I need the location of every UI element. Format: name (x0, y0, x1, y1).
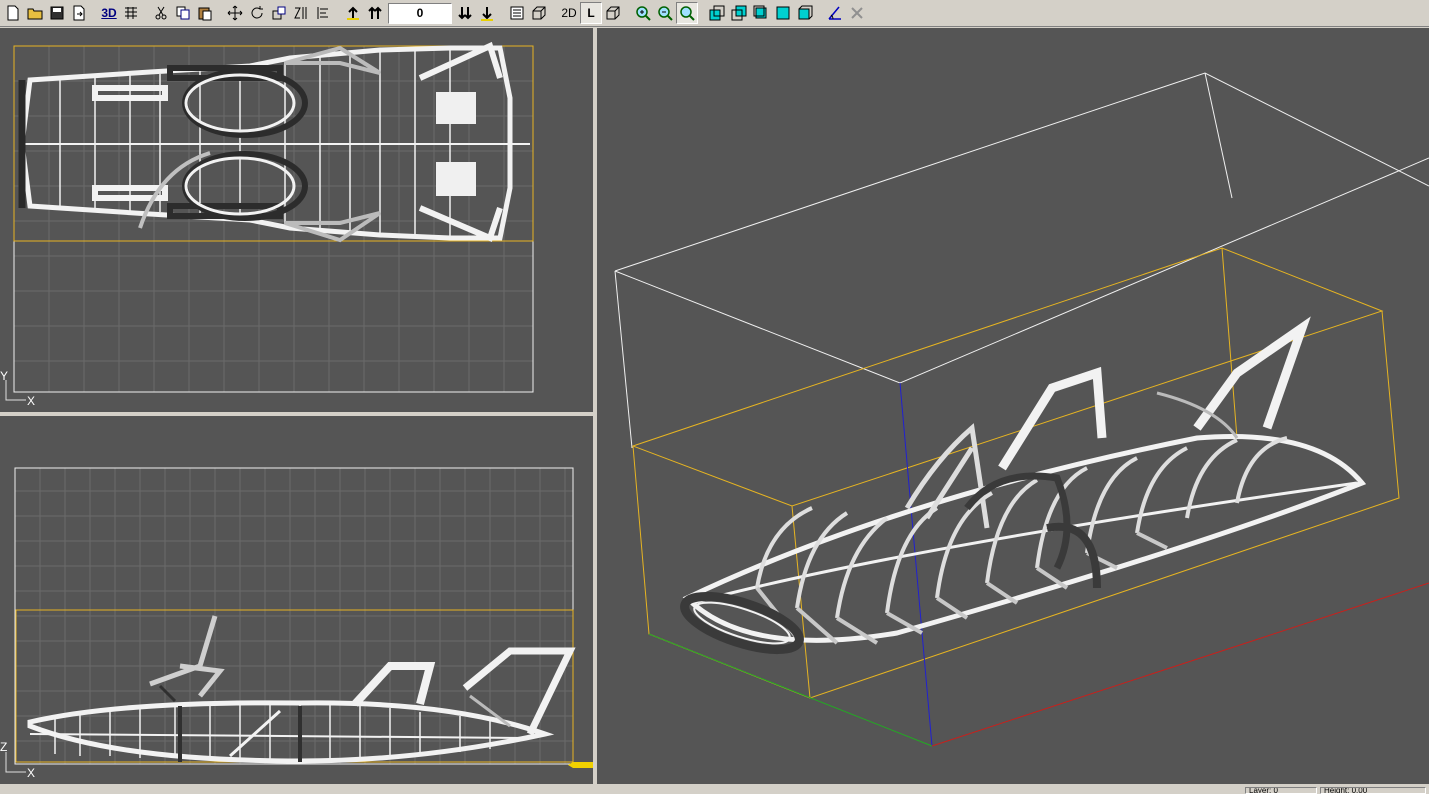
view-top-icon[interactable] (772, 2, 794, 24)
zoom-in-icon[interactable] (632, 2, 654, 24)
rotate-icon[interactable] (246, 2, 268, 24)
toolbar-separator (624, 2, 632, 24)
measure-icon[interactable] (824, 2, 846, 24)
front-view-canvas (5, 467, 593, 773)
zoom-out-icon[interactable] (654, 2, 676, 24)
raise-top-icon[interactable] (364, 2, 386, 24)
align-icon[interactable] (312, 2, 334, 24)
toolbar-separator (698, 2, 706, 24)
status-height: Height: 0.00 (1320, 787, 1426, 794)
move-icon[interactable] (224, 2, 246, 24)
z-axis-line (899, 382, 933, 747)
lower-bottom-icon[interactable] (454, 2, 476, 24)
toolbar-separator (550, 2, 558, 24)
x-axis-line (931, 582, 1429, 747)
toolbar-separator (90, 2, 98, 24)
layers-icon[interactable] (506, 2, 528, 24)
view-iso-icon[interactable] (794, 2, 816, 24)
paste-icon[interactable] (194, 2, 216, 24)
toolbar-separator (142, 2, 150, 24)
export-icon[interactable] (68, 2, 90, 24)
box-3d-icon[interactable] (602, 2, 624, 24)
box-icon[interactable] (528, 2, 550, 24)
perspective-canvas (614, 72, 1429, 747)
axis-label-x: X (27, 394, 36, 408)
view-side-icon[interactable] (750, 2, 772, 24)
raise-icon[interactable] (342, 2, 364, 24)
grid-settings-icon[interactable] (120, 2, 142, 24)
toolbar-separator (216, 2, 224, 24)
scroll-marker (568, 762, 593, 768)
canopy-block (436, 162, 476, 196)
toolbar-separator (334, 2, 342, 24)
save-icon[interactable] (46, 2, 68, 24)
status-layer: Layer: 0 (1245, 787, 1317, 794)
open-folder-icon[interactable] (24, 2, 46, 24)
main-toolbar: 3D 2D L (0, 0, 1429, 27)
zoom-fit-icon[interactable] (676, 2, 698, 24)
front-viewport[interactable]: Z X (0, 416, 593, 784)
axis-label-x: X (27, 766, 36, 780)
hull-model-top (18, 41, 530, 243)
status-bar: Layer: 0 Height: 0.00 (0, 784, 1429, 794)
z-sort-icon[interactable] (290, 2, 312, 24)
cut-icon[interactable] (150, 2, 172, 24)
hull-model-3d (680, 316, 1367, 655)
top-view-canvas (5, 41, 534, 401)
perspective-viewport[interactable] (597, 28, 1429, 784)
axis-indicator-top (5, 380, 26, 401)
axis-label-y: Y (0, 369, 9, 383)
tools-disabled-icon (846, 2, 868, 24)
toolbar-separator (816, 2, 824, 24)
lower-icon[interactable] (476, 2, 498, 24)
copy-icon[interactable] (172, 2, 194, 24)
value-input[interactable] (388, 2, 452, 24)
scale-icon[interactable] (268, 2, 290, 24)
outer-bounding-box (614, 72, 1429, 449)
toolbar-separator (498, 2, 506, 24)
view-back-icon[interactable] (728, 2, 750, 24)
l-mode-button[interactable]: L (580, 2, 602, 24)
3d-view-button[interactable]: 3D (98, 2, 120, 24)
hull-model-front (27, 615, 576, 764)
top-viewport[interactable]: Y X (0, 28, 593, 412)
axis-label-z: Z (0, 740, 8, 754)
canopy-block (436, 92, 476, 124)
2d-view-button[interactable]: 2D (558, 2, 580, 24)
view-front-icon[interactable] (706, 2, 728, 24)
new-document-icon[interactable] (2, 2, 24, 24)
